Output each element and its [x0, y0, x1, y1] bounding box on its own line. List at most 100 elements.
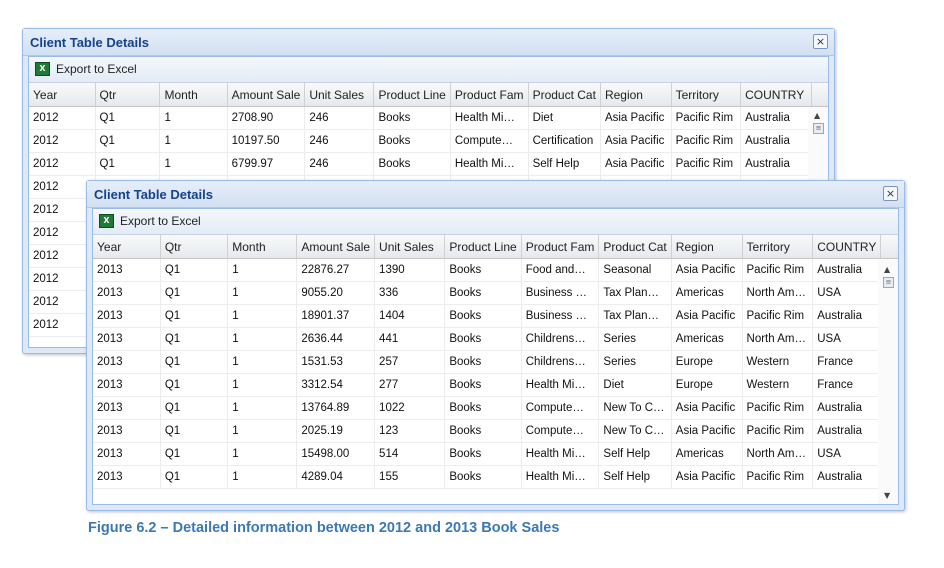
table-cell: Australia: [812, 465, 882, 489]
column-header[interactable]: COUNTRY: [740, 83, 812, 107]
table-cell: Asia Pacific: [671, 258, 743, 282]
arrow-up-icon[interactable]: ▲: [884, 265, 890, 274]
column-header[interactable]: Territory: [742, 235, 814, 259]
table-cell: Australia: [812, 304, 882, 328]
header-spacer: [880, 235, 898, 259]
table-row[interactable]: 2013 Q1 1 15498.00 514 Books Health Mi… Self He…: [93, 442, 898, 466]
table-cell: 1: [227, 465, 298, 489]
table-cell: 13764.89: [296, 396, 376, 420]
export-to-excel-button[interactable]: X Export to Excel: [35, 62, 137, 76]
table-row[interactable]: 2013 Q1 1 2636.44 441 Books Childrens… Series Am…: [93, 327, 898, 351]
column-header[interactable]: Year: [93, 235, 161, 259]
table-cell: Pacific Rim: [671, 152, 742, 176]
column-header[interactable]: Qtr: [160, 235, 229, 259]
table-cell: New To C…: [598, 419, 672, 443]
column-header[interactable]: Territory: [671, 83, 742, 107]
table-cell: Compute…: [450, 129, 529, 153]
table-cell: 1: [227, 327, 298, 351]
table-cell: Pacific Rim: [742, 396, 814, 420]
table-cell: USA: [812, 281, 882, 305]
table-cell: 1: [227, 396, 298, 420]
table-cell: Asia Pacific: [671, 304, 743, 328]
column-header[interactable]: Year: [29, 83, 96, 107]
column-header[interactable]: Product Cat: [528, 83, 601, 107]
column-header[interactable]: Region: [600, 83, 672, 107]
table-cell: Europe: [671, 373, 743, 397]
column-header[interactable]: Product Fam: [450, 83, 529, 107]
table-cell: 1: [227, 373, 298, 397]
scroll-grip-icon[interactable]: ≡: [883, 277, 894, 288]
window-body: X Export to Excel Year Qtr Month Amount Sal…: [92, 208, 899, 505]
table-cell: 1: [227, 281, 298, 305]
table-cell: Seasonal: [598, 258, 672, 282]
table-row[interactable]: 2012 Q1 1 10197.50 246 Books Compute… Certifica…: [29, 129, 828, 153]
column-header[interactable]: Unit Sales: [304, 83, 375, 107]
table-cell: 1: [159, 152, 228, 176]
arrow-down-icon[interactable]: ▼: [884, 491, 890, 500]
table-row[interactable]: 2013 Q1 1 2025.19 123 Books Compute… New To C… A…: [93, 419, 898, 443]
table-row[interactable]: 2012 Q1 1 2708.90 246 Books Health Mi… Diet Asia…: [29, 106, 828, 130]
table-cell: Pacific Rim: [671, 106, 742, 130]
table-cell: Australia: [812, 258, 882, 282]
table-cell: Asia Pacific: [671, 419, 743, 443]
window-titlebar[interactable]: Client Table Details ×: [87, 181, 904, 208]
column-header[interactable]: Product Line: [444, 235, 522, 259]
table-cell: 1: [227, 419, 298, 443]
table-cell: 2013: [93, 465, 161, 489]
table-cell: 1404: [374, 304, 446, 328]
table-cell: 2013: [93, 304, 161, 328]
table-row[interactable]: 2013 Q1 1 4289.04 155 Books Health Mi… Self Hel…: [93, 465, 898, 489]
table-row[interactable]: 2013 Q1 1 18901.37 1404 Books Business … Tax Pl…: [93, 304, 898, 328]
table-cell: Books: [444, 396, 522, 420]
table-row[interactable]: 2013 Q1 1 1531.53 257 Books Childrens… Series Eu…: [93, 350, 898, 374]
table-cell: Q1: [95, 129, 161, 153]
column-header[interactable]: Amount Sale: [227, 83, 306, 107]
column-header[interactable]: Month: [159, 83, 228, 107]
table-cell: 246: [304, 129, 375, 153]
table-cell: 2013: [93, 373, 161, 397]
export-label: Export to Excel: [56, 62, 137, 76]
table-cell: 6799.97: [227, 152, 306, 176]
table-cell: Q1: [160, 327, 229, 351]
column-header[interactable]: Qtr: [95, 83, 161, 107]
table-cell: Books: [373, 129, 451, 153]
table-cell: New To C…: [598, 396, 672, 420]
table-cell: Books: [373, 106, 451, 130]
table-row[interactable]: 2013 Q1 1 22876.27 1390 Books Food and… Seasona…: [93, 258, 898, 282]
table-cell: Health Mi…: [450, 152, 529, 176]
table-cell: 441: [374, 327, 446, 351]
column-header[interactable]: Product Line: [373, 83, 451, 107]
column-header[interactable]: Product Fam: [521, 235, 600, 259]
table-cell: Asia Pacific: [671, 396, 743, 420]
window-titlebar[interactable]: Client Table Details ×: [23, 29, 834, 56]
table-cell: 1: [159, 106, 228, 130]
table-cell: Health Mi…: [521, 442, 600, 466]
column-header[interactable]: Product Cat: [598, 235, 672, 259]
export-label: Export to Excel: [120, 214, 201, 228]
table-row[interactable]: 2013 Q1 1 3312.54 277 Books Health Mi… Diet Euro…: [93, 373, 898, 397]
table-cell: 1: [227, 442, 298, 466]
vertical-scrollbar[interactable]: ▲ ≡ ▼: [878, 259, 898, 504]
table-cell: 2012: [29, 152, 96, 176]
data-grid: Year Qtr Month Amount Sale Unit Sales Product…: [93, 235, 898, 489]
table-row[interactable]: 2012 Q1 1 6799.97 246 Books Health Mi… Self Hel…: [29, 152, 828, 176]
table-cell: Self Help: [598, 465, 672, 489]
scroll-grip-icon[interactable]: ≡: [813, 123, 824, 134]
table-cell: Series: [598, 350, 672, 374]
table-cell: Books: [444, 350, 522, 374]
table-cell: 1: [227, 350, 298, 374]
table-row[interactable]: 2013 Q1 1 9055.20 336 Books Business … Tax Plan…: [93, 281, 898, 305]
column-header[interactable]: COUNTRY: [812, 235, 882, 259]
column-header[interactable]: Month: [227, 235, 298, 259]
arrow-up-icon[interactable]: ▲: [814, 111, 820, 120]
close-icon[interactable]: ×: [813, 34, 828, 49]
column-header[interactable]: Region: [671, 235, 743, 259]
column-header[interactable]: Amount Sale: [296, 235, 376, 259]
column-header[interactable]: Unit Sales: [374, 235, 446, 259]
close-icon[interactable]: ×: [883, 186, 898, 201]
table-cell: Australia: [812, 419, 882, 443]
table-row[interactable]: 2013 Q1 1 13764.89 1022 Books Compute… New To C…: [93, 396, 898, 420]
table-cell: Business …: [521, 304, 600, 328]
export-to-excel-button[interactable]: X Export to Excel: [99, 214, 201, 228]
table-cell: 2013: [93, 396, 161, 420]
